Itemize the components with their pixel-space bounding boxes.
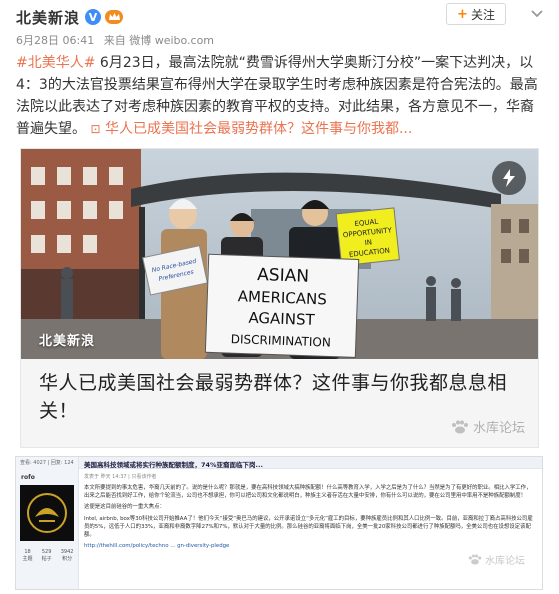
post-source[interactable]: 来自 微博 weibo.com xyxy=(104,34,214,47)
photo-brand-watermark: 北美新浪 xyxy=(39,334,96,349)
article-link-icon[interactable]: ⊡ xyxy=(90,122,100,136)
user-stat-topics[interactable]: 18 主题 xyxy=(23,549,33,562)
forum-paragraph: 这便是这目前硅谷的一重大焦点： xyxy=(84,504,165,511)
lightning-icon[interactable] xyxy=(492,161,526,195)
thread-stats: 查看: 4027 | 回复: 124 xyxy=(20,460,74,466)
avatar[interactable] xyxy=(20,485,74,541)
protest-photo-illustration: No Race-based Preferences EQUAL OPPORTUN… xyxy=(21,149,538,359)
paw-icon xyxy=(452,420,468,433)
follow-label: 关注 xyxy=(470,7,495,22)
post-header: 北美新浪 V xyxy=(16,6,124,28)
forum-watermark-2: 水库论坛 xyxy=(468,552,525,567)
sign-main-line-1: ASIAN xyxy=(257,265,309,287)
forum-username[interactable]: rofo xyxy=(21,474,35,481)
sign-main-line-3: AGAINST xyxy=(248,309,316,329)
plus-icon: + xyxy=(457,6,468,22)
user-stat-posts[interactable]: 529 帖子 xyxy=(42,549,52,562)
sign-main-line-2: AMERICANS xyxy=(238,287,328,308)
forum-screenshot: 查看: 4027 | 回复: 124 美国高科技领域或将实行种族配额制度，74%… xyxy=(15,456,543,590)
post-info: 发表于 昨天 14:37 | 只看该作者 xyxy=(84,474,157,480)
forum-paragraph: 本文所要提到的事太危害，华裔几天前的了。说的是什么呢？那就是，要在高科技领域大搞… xyxy=(84,485,532,500)
follow-button[interactable]: + 关注 xyxy=(446,3,506,25)
hashtag-link[interactable]: #北美华人# xyxy=(16,55,95,71)
crown-level-icon xyxy=(105,10,124,24)
article-link[interactable]: 华人已成美国社会最弱势群体？这件事与你我都... xyxy=(101,121,412,137)
post-text: #北美华人# 6月23日，最高法院就“费雪诉得州大学奥斯汀分校”一案下达判决，以… xyxy=(16,52,540,140)
chevron-down-icon[interactable] xyxy=(530,8,544,20)
forum-watermark: 水库论坛 xyxy=(451,417,525,436)
emblem-icon xyxy=(27,493,67,533)
author-name[interactable]: 北美新浪 xyxy=(16,7,80,28)
user-stat-points[interactable]: 3942 积分 xyxy=(61,549,74,562)
forum-watermark-text: 水库论坛 xyxy=(473,421,526,436)
forum-source-link[interactable]: http://thehill.com/policy/techno ... gn-… xyxy=(84,543,229,549)
forum-paragraph: Intel, airbnb, box等30科技公司开始推AA了！他们今天“接受“… xyxy=(84,515,533,539)
weibo-post: 北美新浪 V 6月28日 06:41 来自 微博 weibo.com + 关注 … xyxy=(0,0,559,452)
verified-badge-icon: V xyxy=(85,9,102,25)
thread-title[interactable]: 美国高科技领域或将实行种族配额制度，74%亚裔面临下岗... xyxy=(84,459,263,469)
article-photo[interactable]: No Race-based Preferences EQUAL OPPORTUN… xyxy=(21,149,538,359)
forum-watermark-2-text: 水库论坛 xyxy=(485,556,525,567)
article-card[interactable]: No Race-based Preferences EQUAL OPPORTUN… xyxy=(20,148,539,448)
forum-post-content: 本文所要提到的事太危害，华裔几天前的了。说的是什么呢？那就是，要在高科技领域大搞… xyxy=(84,484,536,553)
post-date[interactable]: 6月28日 06:41 xyxy=(16,34,94,47)
post-meta: 6月28日 06:41 来自 微博 weibo.com xyxy=(16,32,220,48)
user-stats: 18 主题 529 帖子 3942 积分 xyxy=(18,549,78,562)
paw-icon xyxy=(468,554,482,565)
sign-right-line-3: IN xyxy=(364,238,372,247)
